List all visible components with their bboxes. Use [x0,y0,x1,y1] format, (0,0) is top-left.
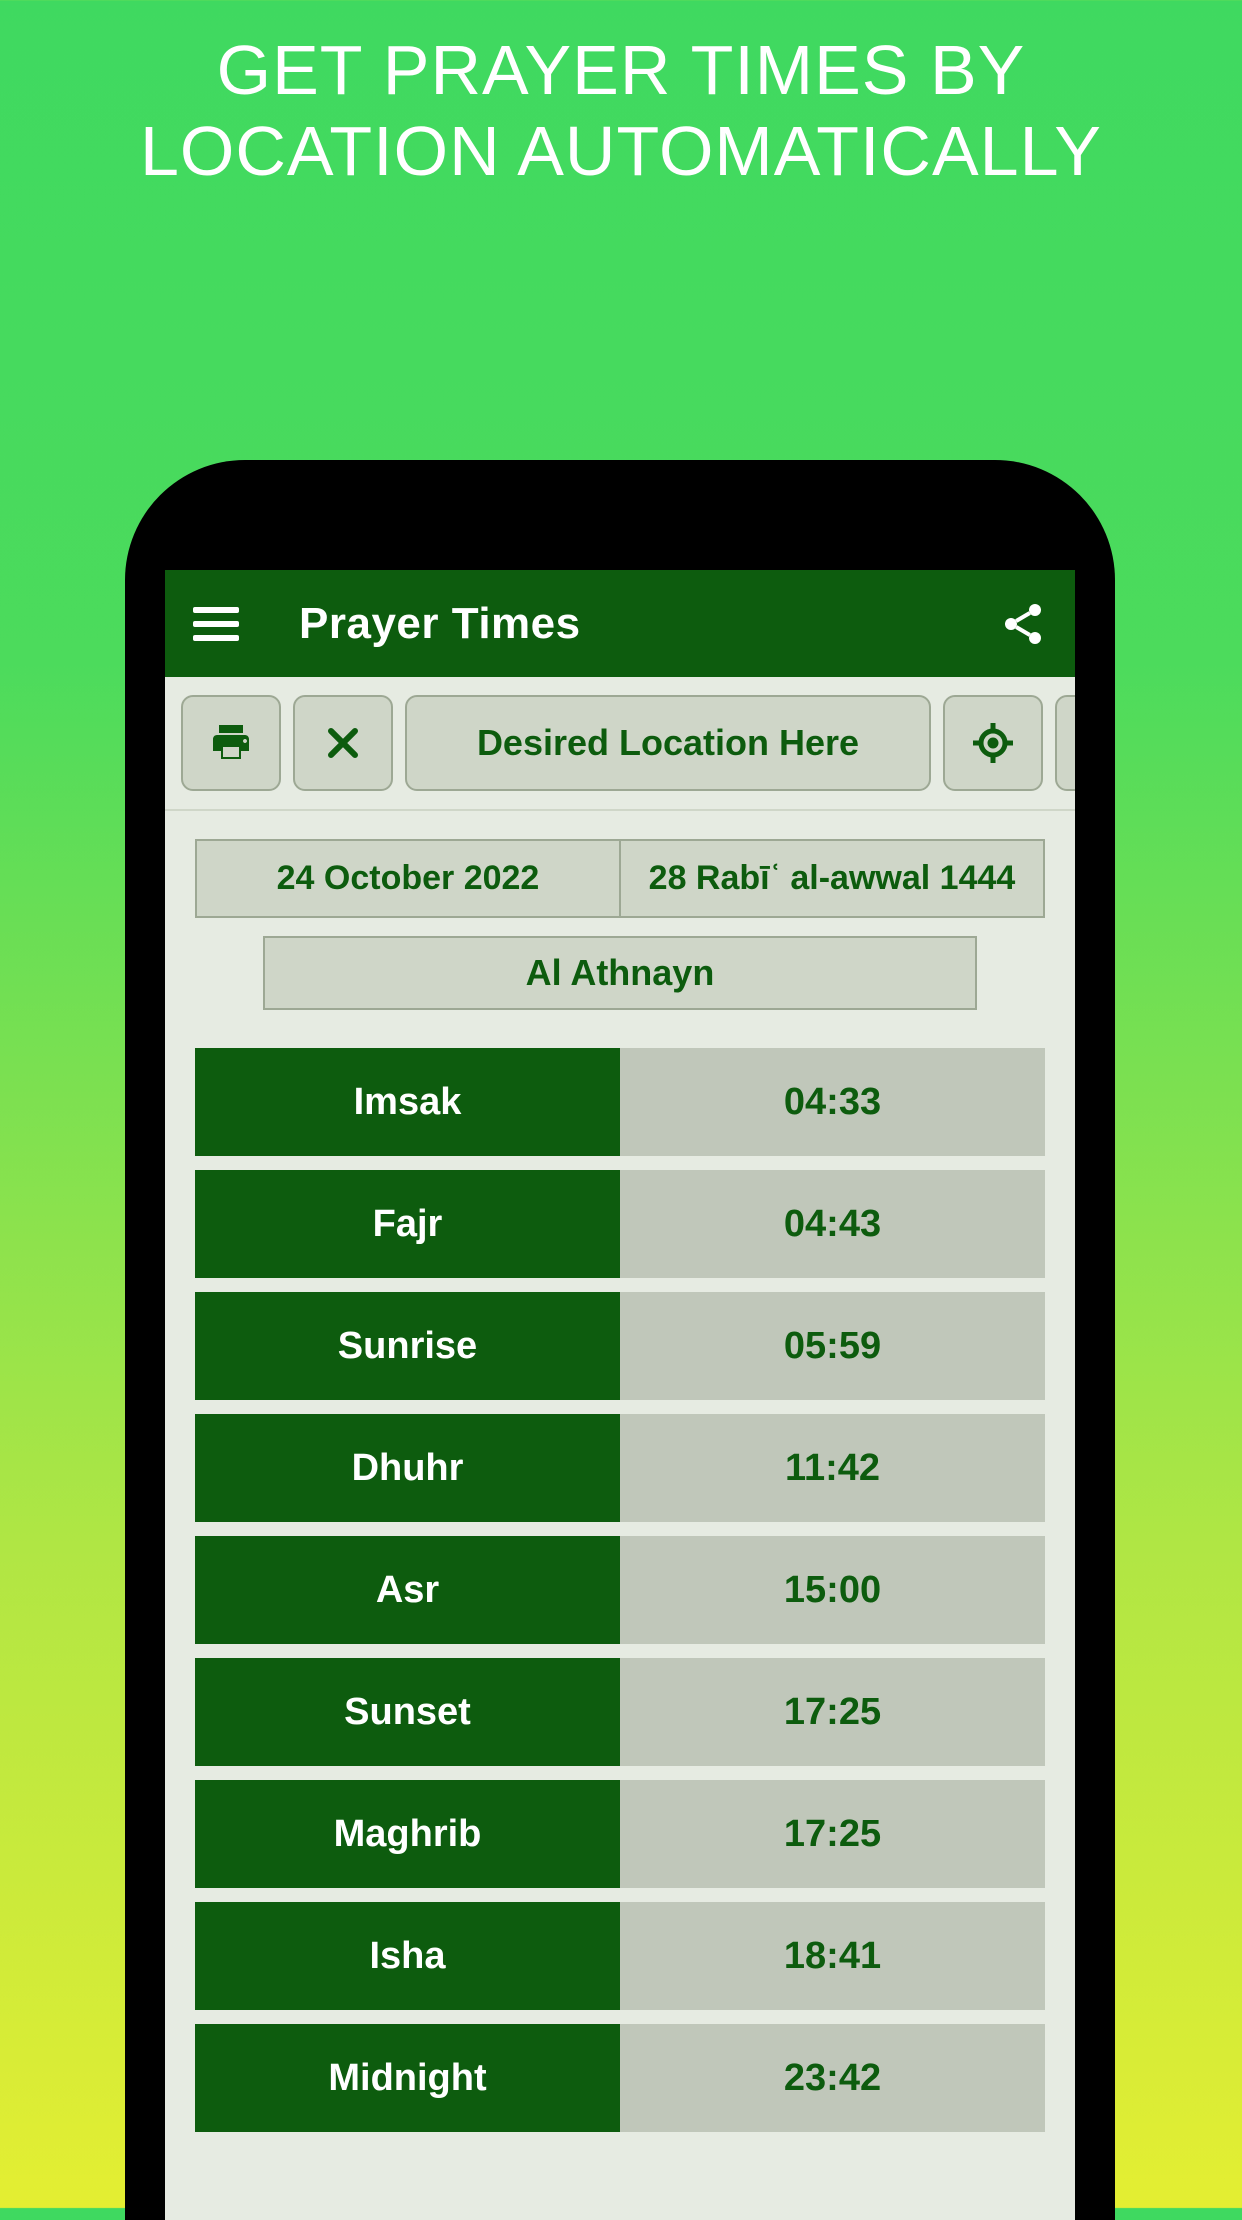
prayer-time: 05:59 [620,1292,1045,1400]
hijri-date[interactable]: 28 Rabīʿ al-awwal 1444 [619,839,1045,918]
prayer-time: 04:43 [620,1170,1045,1278]
prayer-time: 23:42 [620,2024,1045,2132]
prayer-name: Dhuhr [195,1414,620,1522]
prayer-row[interactable]: Midnight23:42 [195,2024,1045,2132]
prayer-row[interactable]: Sunset17:25 [195,1658,1045,1766]
app-bar: Prayer Times [165,570,1075,677]
prayer-times-list: Imsak04:33Fajr04:43Sunrise05:59Dhuhr11:4… [195,1048,1045,2132]
gregorian-date[interactable]: 24 October 2022 [195,839,619,918]
prayer-name: Asr [195,1536,620,1644]
prayer-row[interactable]: Asr15:00 [195,1536,1045,1644]
prayer-time: 17:25 [620,1780,1045,1888]
prayer-name: Fajr [195,1170,620,1278]
prayer-row[interactable]: Dhuhr11:42 [195,1414,1045,1522]
prayer-row[interactable]: Fajr04:43 [195,1170,1045,1278]
main-content: 24 October 2022 28 Rabīʿ al-awwal 1444 A… [165,811,1075,2132]
prayer-time: 04:33 [620,1048,1045,1156]
prayer-row[interactable]: Imsak04:33 [195,1048,1045,1156]
phone-frame: Prayer Times 24 October 2022 28 R [125,460,1115,2220]
prayer-time: 18:41 [620,1902,1045,2010]
prayer-row[interactable]: Maghrib17:25 [195,1780,1045,1888]
prayer-time: 15:00 [620,1536,1045,1644]
date-row: 24 October 2022 28 Rabīʿ al-awwal 1444 [195,839,1045,918]
prayer-name: Imsak [195,1048,620,1156]
clear-button[interactable] [293,695,393,791]
menu-icon[interactable] [193,601,239,647]
toolbar [165,677,1075,811]
print-button[interactable] [181,695,281,791]
phone-screen: Prayer Times 24 October 2022 28 R [165,570,1075,2220]
prayer-time: 17:25 [620,1658,1045,1766]
prayer-name: Sunset [195,1658,620,1766]
app-title: Prayer Times [299,599,581,649]
prayer-name: Maghrib [195,1780,620,1888]
prayer-row[interactable]: Sunrise05:59 [195,1292,1045,1400]
refresh-button[interactable] [1055,695,1075,791]
promo-headline: GET PRAYER TIMES BY LOCATION AUTOMATICAL… [0,0,1242,191]
weekday-label: Al Athnayn [263,936,977,1010]
prayer-name: Midnight [195,2024,620,2132]
prayer-row[interactable]: Isha18:41 [195,1902,1045,2010]
locate-button[interactable] [943,695,1043,791]
location-input[interactable] [405,695,931,791]
prayer-name: Sunrise [195,1292,620,1400]
prayer-time: 11:42 [620,1414,1045,1522]
share-icon[interactable] [999,600,1047,648]
prayer-name: Isha [195,1902,620,2010]
